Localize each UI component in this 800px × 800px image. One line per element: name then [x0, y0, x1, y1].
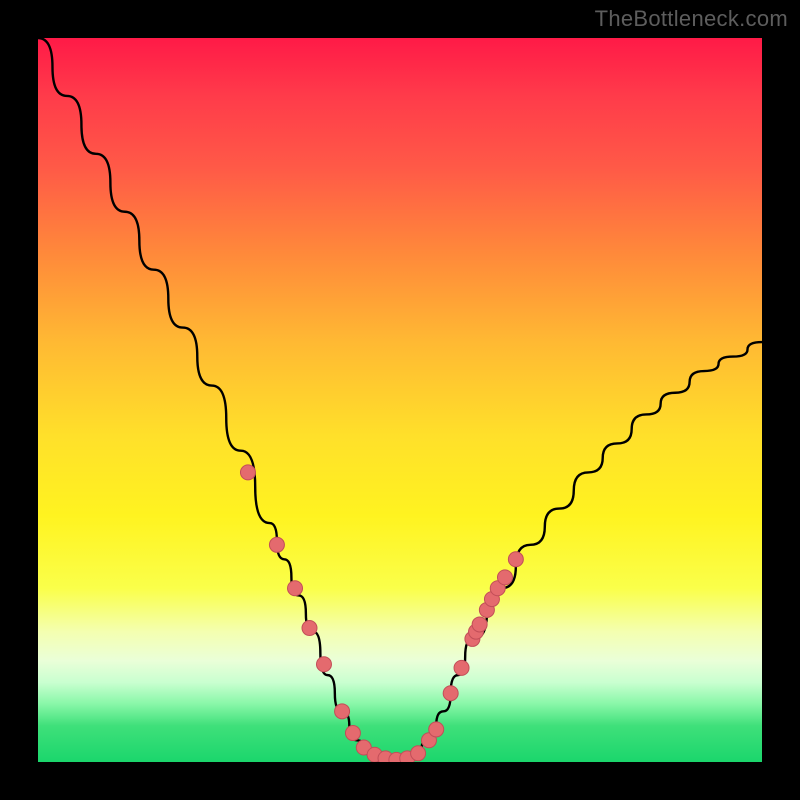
data-marker [454, 660, 469, 675]
data-marker [345, 726, 360, 741]
watermark-text: TheBottleneck.com [595, 6, 788, 32]
data-markers [240, 465, 523, 762]
data-marker [302, 621, 317, 636]
data-marker [429, 722, 444, 737]
data-marker [240, 465, 255, 480]
data-marker [316, 657, 331, 672]
data-marker [269, 537, 284, 552]
data-marker [335, 704, 350, 719]
data-marker [411, 746, 426, 761]
data-marker [472, 617, 487, 632]
data-marker [508, 552, 523, 567]
chart-svg [38, 38, 762, 762]
data-marker [497, 570, 512, 585]
plot-area [38, 38, 762, 762]
data-marker [443, 686, 458, 701]
chart-frame: TheBottleneck.com [0, 0, 800, 800]
data-marker [288, 581, 303, 596]
bottleneck-curve [38, 38, 762, 762]
